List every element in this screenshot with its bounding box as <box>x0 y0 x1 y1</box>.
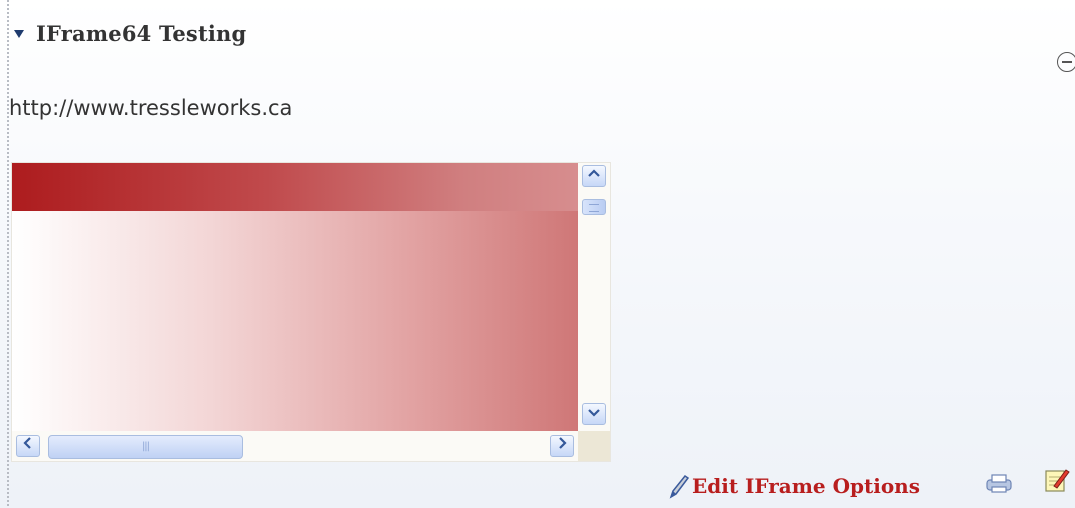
portlet-header: IFrame64 Testing <box>14 20 246 46</box>
portlet-left-border <box>7 0 9 508</box>
chevron-left-icon <box>23 437 31 449</box>
scroll-up-button[interactable] <box>582 165 606 187</box>
vertical-scroll-thumb[interactable] <box>582 199 606 215</box>
iframe-viewport[interactable]: ||| <box>11 162 611 462</box>
note-icon[interactable] <box>1042 466 1070 494</box>
horizontal-scroll-thumb[interactable]: ||| <box>48 435 243 459</box>
chevron-down-icon <box>588 409 600 417</box>
chevron-up-icon <box>588 169 600 177</box>
edit-iframe-options-link[interactable]: Edit IFrame Options <box>692 474 920 498</box>
scroll-left-button[interactable] <box>16 435 40 457</box>
scroll-right-button[interactable] <box>550 435 574 457</box>
scroll-down-button[interactable] <box>582 403 606 425</box>
iframe-content <box>12 163 578 431</box>
pencil-icon <box>669 474 690 499</box>
iframe-banner <box>12 163 578 211</box>
print-icon[interactable] <box>984 472 1014 494</box>
minimize-icon[interactable] <box>1057 52 1075 72</box>
collapse-arrow-icon[interactable] <box>14 29 24 38</box>
scrollbar-corner <box>578 431 610 461</box>
portlet-title: IFrame64 Testing <box>36 20 247 46</box>
iframe-url: http://www.tressleworks.ca <box>9 96 293 120</box>
horizontal-scrollbar[interactable]: ||| <box>12 431 578 461</box>
portlet-footer: Edit IFrame Options <box>668 468 920 504</box>
chevron-right-icon <box>559 437 567 449</box>
vertical-scrollbar[interactable] <box>578 163 610 431</box>
